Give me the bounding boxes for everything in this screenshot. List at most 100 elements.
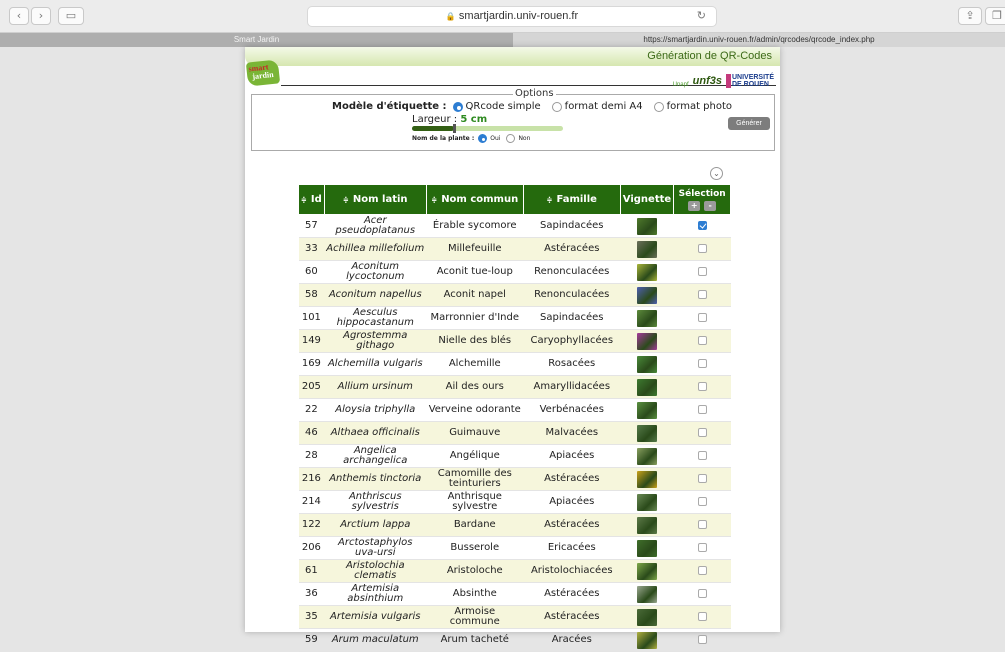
sort-icon[interactable]: ≑: [343, 196, 349, 204]
table-row[interactable]: 36 Artemisia absinthium Absinthe Astéracées: [298, 582, 731, 606]
row-selection-cell: [673, 283, 731, 307]
option-label: Oui: [490, 135, 501, 142]
select-checkbox[interactable]: [697, 404, 707, 414]
table-row[interactable]: 206 Arctostaphylos uva-ursi Busserole Erica…: [298, 536, 731, 560]
sidebar-icon[interactable]: ▭: [58, 7, 84, 25]
table-row[interactable]: 60 Aconitum lycoctonum Aconit tue-loup Reno…: [298, 260, 731, 284]
plant-thumbnail[interactable]: [636, 217, 657, 235]
reload-icon[interactable]: ↻: [697, 7, 706, 26]
radio-icon-oui[interactable]: [478, 134, 488, 143]
slider-handle[interactable]: [453, 124, 457, 133]
col-id[interactable]: ≑ Id: [298, 184, 325, 215]
select-checkbox[interactable]: [697, 588, 707, 598]
row-id: 57: [298, 214, 325, 238]
col-latin[interactable]: ≑ Nom latin: [323, 184, 427, 215]
row-thumbnail-cell: [620, 582, 674, 606]
plant-thumbnail[interactable]: [636, 585, 657, 603]
model-option-demi-a4[interactable]: format demi A4: [551, 101, 643, 112]
table-row[interactable]: 169 Alchemilla vulgaris Alchemille Rosacées: [298, 352, 731, 376]
tab-smart-jardin[interactable]: Smart Jardin: [0, 33, 513, 47]
select-checkbox[interactable]: [697, 634, 707, 644]
forward-icon[interactable]: ›: [31, 7, 51, 25]
model-option-qrcode-simple[interactable]: QRcode simple: [452, 101, 541, 112]
logo-text: jardin: [251, 69, 275, 82]
plant-thumbnail[interactable]: [636, 470, 657, 488]
plant-thumbnail[interactable]: [636, 516, 657, 534]
table-row[interactable]: 149 Agrostemma githago Nielle des blés Cary…: [298, 329, 731, 353]
plant-thumbnail[interactable]: [636, 631, 657, 649]
plant-thumbnail[interactable]: [636, 401, 657, 419]
select-checkbox[interactable]: [697, 611, 707, 621]
select-checkbox[interactable]: [697, 312, 707, 322]
smart-jardin-logo[interactable]: smart jardin: [245, 59, 281, 87]
table-row[interactable]: 28 Angelica archangelica Angélique Apiacées: [298, 444, 731, 468]
plant-thumbnail[interactable]: [636, 355, 657, 373]
select-checkbox[interactable]: [697, 335, 707, 345]
select-all-button[interactable]: +: [688, 200, 701, 211]
model-option-photo[interactable]: format photo: [653, 101, 732, 112]
unf3s-logo: unf3s: [692, 75, 722, 87]
plant-thumbnail[interactable]: [636, 240, 657, 258]
select-checkbox[interactable]: [697, 565, 707, 575]
plant-thumbnail[interactable]: [636, 332, 657, 350]
select-checkbox[interactable]: [697, 266, 707, 276]
row-id: 149: [298, 329, 325, 353]
address-bar[interactable]: 🔒 smartjardin.univ-rouen.fr ↻: [307, 6, 717, 27]
table-row[interactable]: 46 Althaea officinalis Guimauve Malvacées: [298, 421, 731, 445]
plant-thumbnail[interactable]: [636, 378, 657, 396]
table-row[interactable]: 205 Allium ursinum Ail des ours Amaryllidac…: [298, 375, 731, 399]
plant-thumbnail[interactable]: [636, 286, 657, 304]
plant-thumbnail[interactable]: [636, 493, 657, 511]
select-checkbox[interactable]: [697, 450, 707, 460]
table-row[interactable]: 214 Anthriscus sylvestris Anthrisque sylve…: [298, 490, 731, 514]
sort-icon[interactable]: ≑: [301, 196, 307, 204]
sort-icon[interactable]: ≑: [431, 196, 437, 204]
select-checkbox[interactable]: [697, 427, 707, 437]
row-selection-cell: [673, 536, 731, 560]
width-slider[interactable]: [412, 124, 563, 133]
plant-thumbnail[interactable]: [636, 608, 657, 626]
table-row[interactable]: 57 Acer pseudoplatanus Érable sycomore Sapi…: [298, 214, 731, 238]
select-checkbox[interactable]: [697, 289, 707, 299]
table-row[interactable]: 216 Anthemis tinctoria Camomille des teint…: [298, 467, 731, 491]
table-row[interactable]: 61 Aristolochia clematis Aristoloche Aristo…: [298, 559, 731, 583]
generate-button[interactable]: Générer: [728, 117, 770, 130]
tabs-icon[interactable]: ❐: [985, 7, 1005, 25]
radio-icon-non[interactable]: [506, 134, 516, 143]
col-family[interactable]: ≑ Famille: [522, 184, 621, 215]
row-common-name: Aconit napel: [426, 283, 524, 307]
table-row[interactable]: 35 Artemisia vulgaris Armoise commune Astér…: [298, 605, 731, 629]
select-checkbox[interactable]: [697, 220, 707, 230]
tab-qrcode-index[interactable]: https://smartjardin.univ-rouen.fr/admin/…: [513, 33, 1005, 47]
table-row[interactable]: 22 Aloysia triphylla Verveine odorante Verb…: [298, 398, 731, 422]
share-icon[interactable]: ⇪: [958, 7, 982, 25]
table-row[interactable]: 122 Arctium lappa Bardane Astéracées: [298, 513, 731, 537]
table-row[interactable]: 58 Aconitum napellus Aconit napel Renoncula…: [298, 283, 731, 307]
plant-thumbnail[interactable]: [636, 562, 657, 580]
address-text: smartjardin.univ-rouen.fr: [458, 10, 579, 22]
col-label: Vignette: [622, 194, 672, 205]
table-row[interactable]: 101 Aesculus hippocastanum Marronnier d'In…: [298, 306, 731, 330]
select-checkbox[interactable]: [697, 542, 707, 552]
plant-thumbnail[interactable]: [636, 309, 657, 327]
select-checkbox[interactable]: [697, 473, 707, 483]
table-row[interactable]: 33 Achillea millefolium Millefeuille Astéra…: [298, 237, 731, 261]
radio-icon[interactable]: [452, 101, 463, 112]
select-checkbox[interactable]: [697, 358, 707, 368]
radio-icon[interactable]: [653, 101, 664, 112]
radio-icon[interactable]: [551, 101, 562, 112]
plant-thumbnail[interactable]: [636, 539, 657, 557]
select-checkbox[interactable]: [697, 243, 707, 253]
select-checkbox[interactable]: [697, 381, 707, 391]
plant-thumbnail[interactable]: [636, 424, 657, 442]
filter-icon[interactable]: ⌄: [710, 167, 723, 180]
select-checkbox[interactable]: [697, 519, 707, 529]
col-common[interactable]: ≑ Nom commun: [425, 184, 524, 215]
row-id: 61: [298, 559, 325, 583]
back-icon[interactable]: ‹: [9, 7, 29, 25]
sort-icon[interactable]: ≑: [547, 196, 553, 204]
deselect-all-button[interactable]: -: [704, 200, 717, 211]
plant-thumbnail[interactable]: [636, 263, 657, 281]
select-checkbox[interactable]: [697, 496, 707, 506]
plant-thumbnail[interactable]: [636, 447, 657, 465]
